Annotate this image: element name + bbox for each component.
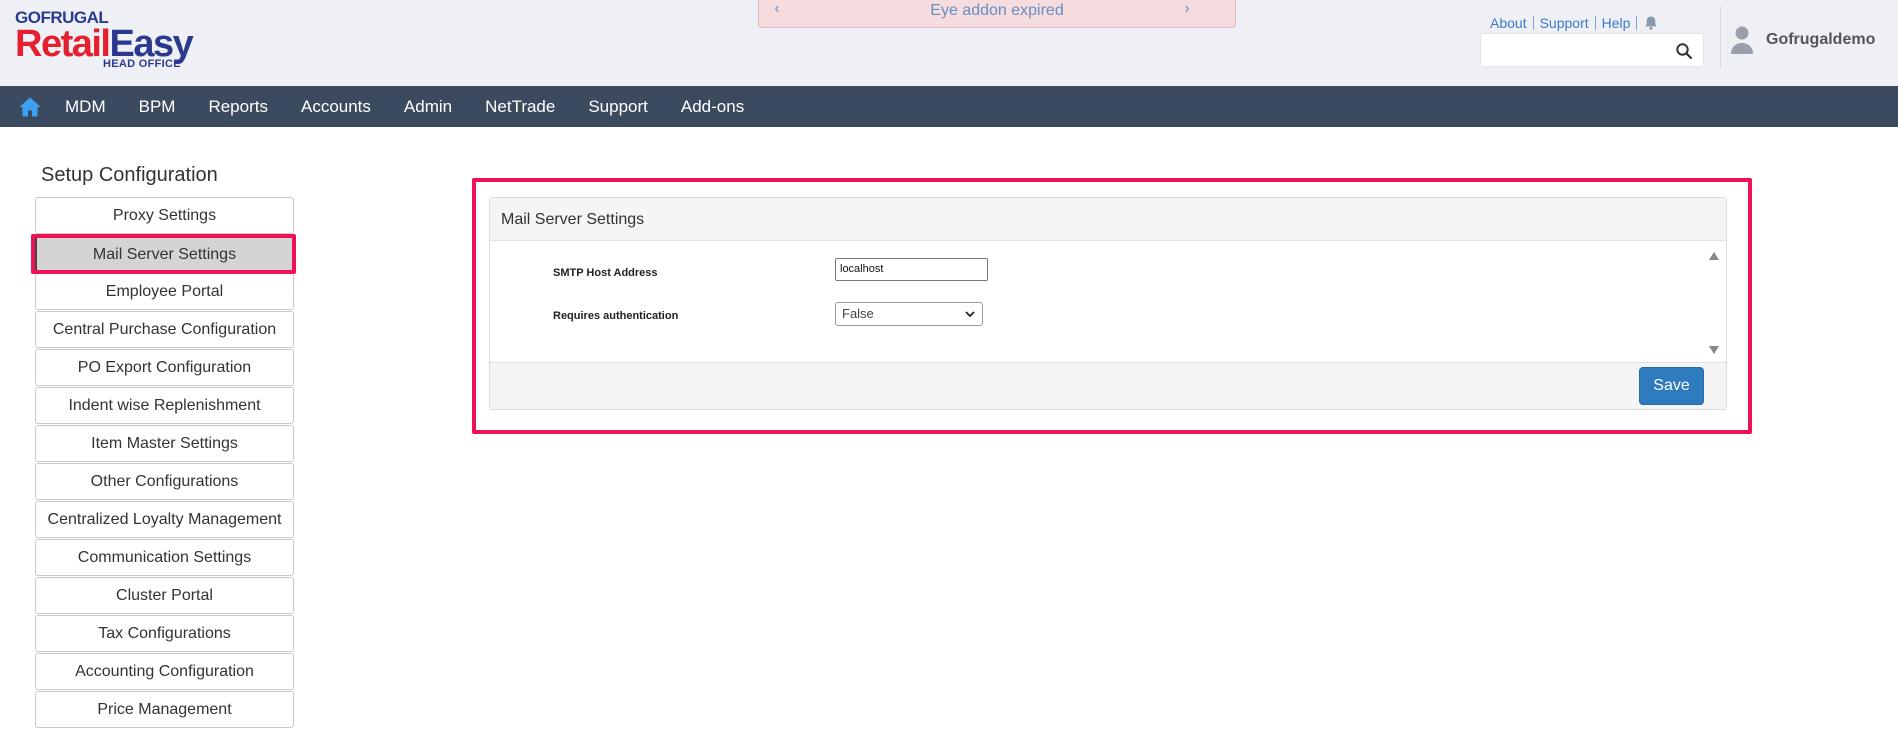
help-link[interactable]: Help bbox=[1596, 16, 1638, 30]
nav-item-bpm[interactable]: BPM bbox=[139, 97, 176, 117]
requires-authentication-value: False bbox=[842, 306, 874, 321]
nav-item-addons[interactable]: Add-ons bbox=[681, 97, 744, 117]
menu-item-communication-settings[interactable]: Communication Settings bbox=[35, 539, 294, 576]
app-header: GOFRUGAL RetailEasy HEAD OFFICE ‹ Eye ad… bbox=[0, 0, 1898, 86]
setup-menu: Proxy Settings Mail Server Settings Empl… bbox=[35, 197, 294, 729]
requires-authentication-label: Requires authentication bbox=[553, 310, 679, 322]
search-icon[interactable] bbox=[1675, 42, 1693, 60]
menu-item-other-configurations[interactable]: Other Configurations bbox=[35, 463, 294, 500]
main-nav: MDM BPM Reports Accounts Admin NetTrade … bbox=[0, 86, 1898, 127]
retaileasy-logo[interactable]: GOFRUGAL RetailEasy HEAD OFFICE bbox=[15, 8, 225, 74]
menu-item-cluster-portal[interactable]: Cluster Portal bbox=[35, 577, 294, 614]
menu-item-centralized-loyalty-management[interactable]: Centralized Loyalty Management bbox=[35, 501, 294, 538]
scroll-down-arrow-icon[interactable] bbox=[1708, 345, 1720, 355]
smtp-host-label: SMTP Host Address bbox=[553, 267, 658, 279]
banner-text: Eye addon expired bbox=[930, 2, 1064, 19]
logo-subtitle: HEAD OFFICE bbox=[103, 58, 181, 70]
smtp-host-input[interactable]: localhost bbox=[835, 258, 988, 281]
requires-authentication-select[interactable]: False bbox=[835, 302, 983, 326]
nav-item-support[interactable]: Support bbox=[588, 97, 648, 117]
menu-item-accounting-configuration[interactable]: Accounting Configuration bbox=[35, 653, 294, 690]
menu-item-tax-configurations[interactable]: Tax Configurations bbox=[35, 615, 294, 652]
menu-item-mail-server-settings[interactable]: Mail Server Settings bbox=[35, 235, 294, 272]
nav-item-reports[interactable]: Reports bbox=[208, 97, 268, 117]
support-link[interactable]: Support bbox=[1534, 16, 1596, 30]
chevron-down-icon bbox=[965, 311, 975, 318]
setup-configuration-title: Setup Configuration bbox=[41, 164, 218, 186]
menu-item-indent-wise-replenishment[interactable]: Indent wise Replenishment bbox=[35, 387, 294, 424]
panel-body: SMTP Host Address localhost Requires aut… bbox=[490, 241, 1726, 363]
mail-server-settings-panel: Mail Server Settings SMTP Host Address l… bbox=[489, 197, 1727, 410]
user-menu[interactable]: Gofrugaldemo bbox=[1728, 24, 1875, 56]
menu-item-central-purchase-configuration[interactable]: Central Purchase Configuration bbox=[35, 311, 294, 348]
nav-item-admin[interactable]: Admin bbox=[404, 97, 452, 117]
about-link[interactable]: About bbox=[1490, 16, 1534, 30]
nav-item-nettrade[interactable]: NetTrade bbox=[485, 97, 555, 117]
addon-expired-banner: ‹ Eye addon expired › bbox=[758, 0, 1236, 28]
user-avatar-icon bbox=[1731, 26, 1753, 54]
top-links: About Support Help bbox=[1490, 14, 1659, 32]
panel-footer: Save bbox=[490, 362, 1726, 409]
menu-item-proxy-settings[interactable]: Proxy Settings bbox=[35, 197, 294, 234]
menu-item-po-export-configuration[interactable]: PO Export Configuration bbox=[35, 349, 294, 386]
save-button[interactable]: Save bbox=[1639, 367, 1704, 405]
nav-item-mdm[interactable]: MDM bbox=[65, 97, 106, 117]
banner-next-arrow-icon[interactable]: › bbox=[1177, 0, 1197, 20]
menu-item-employee-portal[interactable]: Employee Portal bbox=[35, 273, 294, 310]
menu-item-price-management[interactable]: Price Management bbox=[35, 691, 294, 728]
logo-retail: Retail bbox=[15, 23, 111, 65]
home-icon[interactable] bbox=[18, 96, 42, 118]
username: Gofrugaldemo bbox=[1766, 31, 1876, 48]
nav-item-accounts[interactable]: Accounts bbox=[301, 97, 371, 117]
header-divider bbox=[1720, 6, 1721, 68]
menu-item-item-master-settings[interactable]: Item Master Settings bbox=[35, 425, 294, 462]
panel-title: Mail Server Settings bbox=[490, 198, 1726, 241]
scroll-up-arrow-icon[interactable] bbox=[1708, 251, 1720, 261]
bell-icon[interactable] bbox=[1643, 15, 1659, 31]
search-box[interactable] bbox=[1480, 33, 1704, 67]
